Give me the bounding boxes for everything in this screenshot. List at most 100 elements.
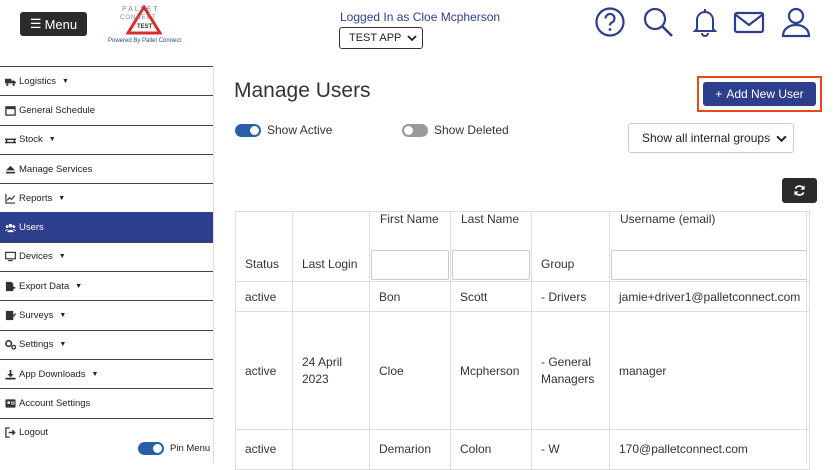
logged-in-label: Logged In as Cloe Mcpherson [340,10,501,24]
sidebar-item-label: Manage Services [19,163,93,175]
show-deleted-toggle[interactable]: Show Deleted [402,123,509,137]
page-title: Manage Users [234,79,371,102]
cell-first-name: Cloe [369,311,451,430]
last-name-filter-input[interactable] [452,250,530,280]
sidebar-item-settings[interactable]: Settings ▼ [0,329,213,359]
sidebar-item-account-settings[interactable]: Account Settings [0,388,213,417]
account-icon [5,399,16,408]
header-status[interactable]: Status [235,211,293,282]
table-row[interactable]: active Bon Scott - Drivers jamie+driver1… [235,281,811,312]
sidebar-item-label: Users [19,222,44,234]
first-name-filter-input[interactable] [371,250,449,280]
chevron-down-icon [407,35,417,42]
sidebar-item-label: App Downloads [19,368,86,380]
cell-group: - Drivers [531,281,610,312]
header-last-name[interactable]: Last Name [450,211,532,282]
show-deleted-switch[interactable] [402,123,428,137]
cell-group: - General Managers [531,311,610,430]
sidebar-item-manage-services[interactable]: Manage Services [0,153,213,183]
show-active-label: Show Active [267,123,333,137]
sidebar-item-label: Account Settings [19,397,91,409]
pin-menu-toggle[interactable]: Pin Menu [138,442,210,455]
menu-button[interactable]: ☰ Menu [20,12,87,36]
sidebar: Logistics ▼ General Schedule Stock ▼ Manag… [0,66,214,464]
chevron-down-icon [776,135,787,143]
calendar-icon [5,106,16,116]
monitor-icon [5,252,16,262]
menu-button-label: Menu [44,16,78,32]
show-deleted-label: Show Deleted [434,123,509,137]
users-icon [5,223,16,233]
add-new-user-button[interactable]: + Add New User [703,82,816,106]
cell-status: active [235,311,293,430]
pin-menu-switch[interactable] [138,442,164,455]
header-first-name-label: First Name [380,212,439,226]
bell-icon[interactable] [689,6,721,38]
logout-icon [5,427,16,438]
header-group[interactable]: Group [531,211,610,282]
sidebar-item-app-downloads[interactable]: App Downloads ▼ [0,358,213,388]
show-active-switch[interactable] [235,123,261,137]
table-header-row: Status Last Login First Name Last Name G… [235,211,811,282]
caret-down-icon: ▼ [58,194,66,202]
logo-text: PALLET [122,6,160,13]
users-table: Status Last Login First Name Last Name G… [235,211,811,470]
header-last-name-label: Last Name [461,212,520,226]
pallet-icon [5,138,16,144]
table-row[interactable]: active 24 April 2023 Cloe Mcpherson - Ge… [235,311,811,430]
sidebar-item-export-data[interactable]: Export Data ▼ [0,271,213,300]
app-select[interactable]: TEST APP [339,27,423,49]
add-new-user-label: Add New User [726,87,804,101]
cell-username: jamie+driver1@palletconnect.com [608,281,811,312]
sidebar-item-stock[interactable]: Stock ▼ [0,124,213,154]
cell-first-name: Bon [369,281,451,312]
header-username[interactable]: Username (email) [608,211,811,282]
app-select-value: TEST APP [349,32,402,44]
cell-last-login [292,281,370,312]
sidebar-item-label: Logistics [19,75,56,87]
caret-down-icon: ▼ [59,312,67,320]
header-username-label: Username (email) [620,212,716,226]
mail-icon[interactable] [733,6,765,38]
sidebar-item-label: Stock [19,134,43,146]
sidebar-item-label: Logout [19,427,49,439]
table-overflow-column [806,211,833,464]
cell-last-name: Mcpherson [450,311,532,430]
show-active-toggle[interactable]: Show Active [235,123,332,137]
header-first-name[interactable]: First Name [369,211,451,282]
sidebar-item-devices[interactable]: Devices ▼ [0,241,213,271]
caret-down-icon: ▼ [91,370,99,378]
caret-down-icon: ▼ [48,136,56,144]
sidebar-item-label: Reports [19,192,53,204]
sidebar-item-label: Settings [19,339,54,351]
caret-down-icon: ▼ [75,282,83,290]
user-icon[interactable] [780,6,812,38]
search-icon[interactable] [642,6,674,38]
sidebar-item-label: Export Data [19,280,70,292]
sidebar-item-surveys[interactable]: Surveys ▼ [0,300,213,329]
plus-icon: + [715,87,723,101]
logo[interactable]: PALLET CONNECT TEST Powered By Pallet Co… [106,4,182,46]
hamburger-icon: ☰ [29,16,42,31]
help-icon[interactable] [594,6,626,38]
sidebar-item-general-schedule[interactable]: General Schedule [0,95,213,124]
sidebar-item-users[interactable]: Users [0,212,213,242]
caret-down-icon: ▼ [61,77,69,85]
export-icon [5,281,16,291]
sidebar-item-label: General Schedule [19,104,96,116]
username-filter-input[interactable] [611,250,807,280]
eject-icon [5,165,16,173]
caret-down-icon: ▼ [59,341,67,349]
sidebar-item-logistics[interactable]: Logistics ▼ [0,66,213,95]
refresh-button[interactable] [782,178,817,203]
sidebar-item-reports[interactable]: Reports ▼ [0,183,213,212]
group-filter-select[interactable]: Show all internal groups [628,123,794,153]
sidebar-item-label: Devices [19,251,53,263]
top-header: ☰ Menu PALLET CONNECT TEST Powered By Pa… [0,0,833,66]
refresh-icon [794,185,805,196]
group-filter-value: Show all internal groups [642,131,771,145]
header-last-login[interactable]: Last Login [292,211,370,282]
logo-test-label: TEST [137,24,153,30]
cell-status: active [235,281,293,312]
download-icon [5,369,16,380]
